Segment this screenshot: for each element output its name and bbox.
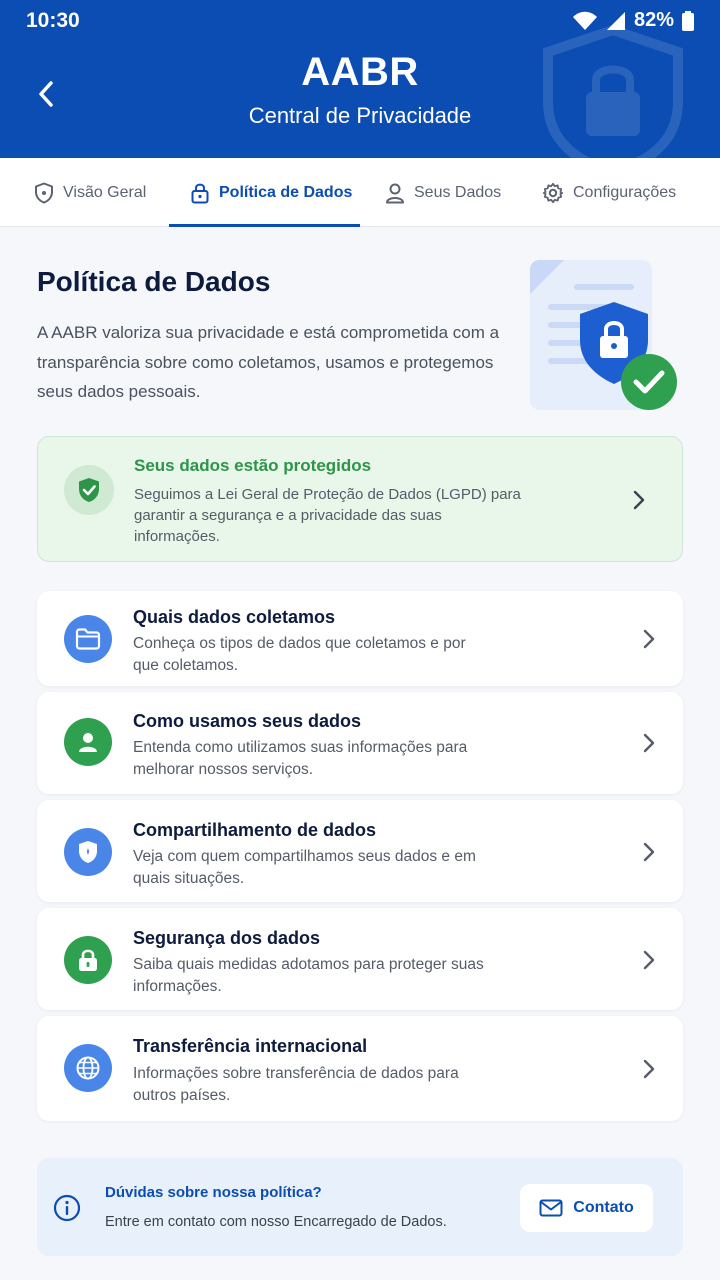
tab-label: Seus Dados	[414, 183, 502, 201]
chevron-right-icon	[643, 842, 655, 862]
lock-icon	[64, 936, 112, 984]
battery-icon	[682, 10, 694, 31]
list-item-compartilhamento-de-dados[interactable]: Compartilhamento de dados Veja com quem …	[37, 800, 683, 902]
protection-text: Seguimos a Lei Geral de Proteção de Dado…	[134, 486, 521, 545]
contact-button-label: Contato	[573, 1199, 634, 1216]
document-shield-illustration-icon	[530, 260, 677, 410]
info-icon	[53, 1194, 81, 1222]
gear-icon	[542, 182, 564, 203]
help-text: Entre em contato com nosso Encarregado d…	[105, 1214, 447, 1230]
active-tab-indicator	[169, 224, 360, 227]
chevron-right-icon	[643, 733, 655, 753]
list-item-como-usamos-seus-dados[interactable]: Como usamos seus dados Entenda como util…	[37, 692, 683, 794]
globe-icon	[64, 1044, 112, 1092]
battery-level: 82%	[633, 9, 674, 31]
help-title: Dúvidas sobre nossa política?	[105, 1184, 322, 1201]
data-protected-card[interactable]: Seus dados estão protegidos Seguimos a L…	[37, 436, 683, 562]
app-subtitle: Central de Privacidade	[248, 103, 472, 128]
list-item-description: Saiba quais medidas adotamos para proteg…	[133, 956, 484, 995]
wifi-icon	[572, 11, 597, 30]
list-item-description: Conheça os tipos de dados que coletamos …	[133, 635, 466, 674]
tab-politica-de-dados[interactable]: Política de Dados	[190, 158, 352, 227]
shield-icon	[64, 828, 112, 876]
tab-visao-geral[interactable]: Visão Geral	[34, 158, 146, 227]
status-bar: 10:30 82%	[0, 0, 720, 42]
tab-bar: Visão Geral Política de Dados Seus Dados…	[0, 158, 720, 227]
signal-icon	[606, 11, 625, 30]
list-item-description: Veja com quem compartilhamos seus dados …	[133, 848, 476, 887]
shield-check-icon	[64, 465, 114, 515]
list-item-quais-dados-coletamos[interactable]: Quais dados coletamos Conheça os tipos d…	[37, 591, 683, 686]
contact-button[interactable]: Contato	[520, 1184, 653, 1232]
tab-label: Política de Dados	[219, 183, 353, 201]
list-item-title: Quais dados coletamos	[133, 607, 336, 627]
list-item-title: Transferência internacional	[133, 1036, 368, 1056]
tab-configuracoes[interactable]: Configurações	[542, 158, 676, 227]
mail-icon	[539, 1199, 563, 1217]
list-item-title: Como usamos seus dados	[133, 711, 362, 731]
chevron-right-icon	[643, 1059, 655, 1079]
folder-icon	[64, 615, 112, 663]
list-item-description: Informações sobre transferência de dados…	[133, 1065, 459, 1104]
list-item-description: Entenda como utilizamos suas informações…	[133, 739, 468, 778]
protection-title: Seus dados estão protegidos	[134, 456, 372, 475]
shield-icon	[35, 182, 53, 203]
status-time: 10:30	[26, 9, 80, 32]
tab-label: Visão Geral	[63, 183, 147, 201]
list-item-seguranca-dos-dados[interactable]: Segurança dos dados Saiba quais medidas …	[37, 908, 683, 1010]
page-description: A AABR valoriza sua privacidade e está c…	[37, 323, 500, 401]
app-title: AABR	[301, 50, 419, 94]
page-title: Política de Dados	[37, 266, 271, 297]
chevron-right-icon	[643, 629, 655, 649]
chevron-right-icon	[633, 490, 645, 510]
lock-icon	[191, 183, 209, 203]
chevron-right-icon	[643, 950, 655, 970]
list-item-title: Compartilhamento de dados	[133, 820, 377, 840]
tab-label: Configurações	[573, 183, 677, 201]
app-header: 10:30 82% AABR Central de Privacidade	[0, 0, 720, 158]
user-icon	[386, 183, 404, 203]
list-item-title: Segurança dos dados	[133, 928, 321, 948]
list-item-transferencia-internacional[interactable]: Transferência internacional Informações …	[37, 1016, 683, 1121]
status-icons: 82%	[572, 9, 694, 32]
tab-seus-dados[interactable]: Seus Dados	[385, 158, 501, 227]
help-card: Dúvidas sobre nossa política? Entre em c…	[37, 1158, 683, 1256]
user-icon	[64, 718, 112, 766]
